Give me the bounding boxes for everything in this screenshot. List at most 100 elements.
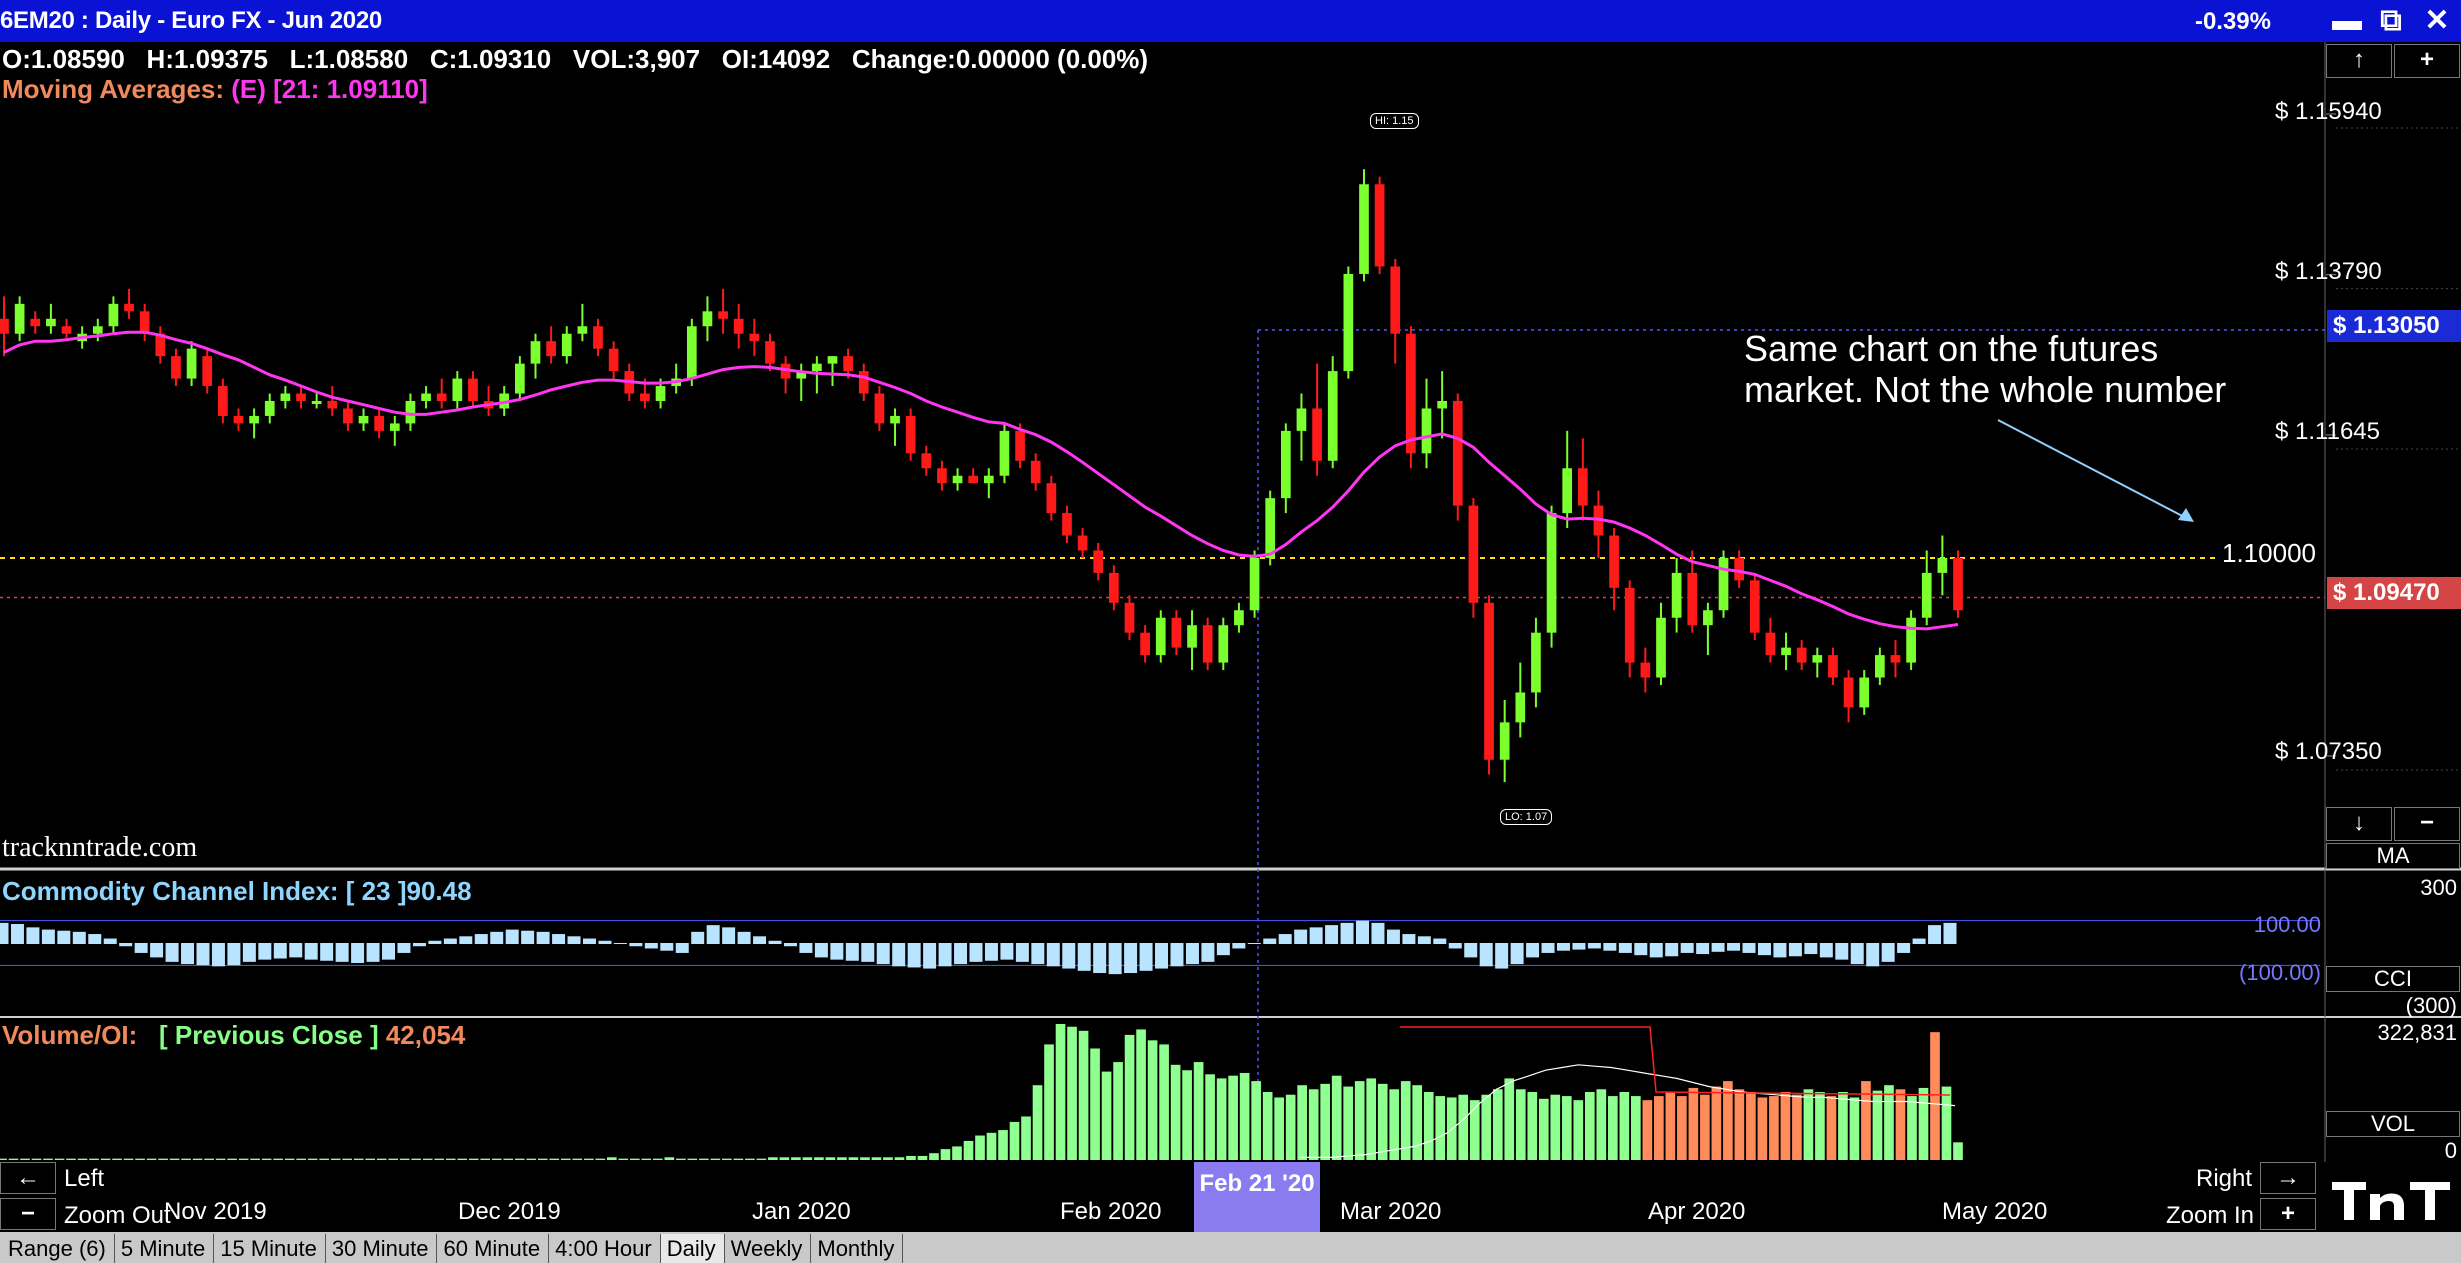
volume-bar	[929, 1153, 939, 1160]
volume-bar	[1021, 1116, 1031, 1160]
tab-30-minute[interactable]: 30 Minute	[326, 1234, 438, 1263]
volume-bar	[791, 1157, 801, 1160]
tab-daily[interactable]: Daily	[660, 1234, 725, 1263]
cci-bar	[1526, 943, 1540, 958]
cci-bar	[459, 936, 473, 944]
cci-bar	[1479, 943, 1493, 967]
volume-bar	[975, 1135, 985, 1160]
cci-bar	[1000, 943, 1014, 960]
restore-icon[interactable]: ⧉	[2373, 4, 2409, 38]
cci-bar	[845, 943, 859, 961]
compress-scale-button[interactable]: −	[2394, 807, 2460, 841]
tab-15-minute[interactable]: 15 Minute	[214, 1234, 326, 1263]
candle-up	[1280, 430, 1291, 499]
cci-bar	[211, 943, 225, 967]
cci-bar	[1757, 943, 1771, 956]
ma-button[interactable]: MA	[2326, 843, 2460, 869]
volume-label-text: Volume/OI:	[2, 1020, 138, 1050]
candle-up	[1515, 692, 1526, 723]
candle-down	[1765, 632, 1776, 656]
volume-bar	[1377, 1083, 1388, 1160]
volume-bar	[1607, 1096, 1618, 1160]
tab-60-minute[interactable]: 60 Minute	[437, 1234, 550, 1263]
volume-bar	[1838, 1092, 1848, 1160]
close-icon[interactable]: ✕	[2419, 4, 2455, 38]
volume-bar	[353, 1158, 364, 1160]
zoom-in-label[interactable]: Zoom In	[2166, 1202, 2254, 1230]
tab-4-hour[interactable]: 4:00 Hour	[549, 1234, 661, 1263]
candle-up	[389, 423, 400, 431]
volume-bar	[1193, 1062, 1204, 1160]
candle-down	[1843, 677, 1854, 708]
candle-up	[1187, 625, 1197, 648]
moving-average-line	[3, 330, 1959, 631]
cci-bar	[1247, 943, 1261, 944]
volume-bar	[1044, 1044, 1054, 1160]
volume-bar	[123, 1158, 134, 1160]
candle-up	[1343, 273, 1354, 372]
right-label[interactable]: Right	[2196, 1165, 2252, 1193]
volume-bar	[883, 1157, 893, 1160]
cci-bar	[1943, 922, 1957, 944]
cci-bar	[1788, 943, 1802, 957]
volume-bar	[1251, 1081, 1261, 1160]
tab-monthly[interactable]: Monthly	[811, 1234, 904, 1263]
cci-bar	[320, 943, 334, 961]
candle-up	[515, 363, 525, 394]
candle-down	[1077, 535, 1088, 551]
cci-bar	[1711, 943, 1725, 952]
volume-bar	[1538, 1098, 1549, 1160]
tab-range[interactable]: Range (6)	[2, 1234, 115, 1263]
scroll-left-button[interactable]: ←	[0, 1162, 56, 1194]
candle-down	[296, 393, 306, 401]
cci-bar	[474, 934, 488, 944]
zoom-out-label[interactable]: Zoom Out	[64, 1202, 171, 1230]
scroll-up-button[interactable]: ↑	[2326, 44, 2392, 78]
month-label: Mar 2020	[1340, 1198, 1442, 1225]
volume-bar	[606, 1157, 617, 1160]
candle-up	[1421, 408, 1432, 454]
cci-bar	[26, 927, 40, 944]
volume-bar	[837, 1157, 847, 1160]
volume-bar	[1815, 1092, 1825, 1160]
volume-bar	[1009, 1121, 1020, 1160]
candle-down	[202, 356, 213, 387]
chart-canvas[interactable]	[0, 42, 2461, 1162]
cci-bar	[428, 940, 442, 944]
zoom-out-button[interactable]: −	[0, 1198, 56, 1230]
timeframe-tab-bar: Range (6) 5 Minute 15 Minute 30 Minute 6…	[0, 1232, 2461, 1263]
volume-bar	[376, 1158, 387, 1160]
cci-bar	[691, 931, 705, 944]
tab-5-minute[interactable]: 5 Minute	[115, 1234, 215, 1263]
volume-bar	[1573, 1100, 1584, 1160]
cci-bar	[629, 943, 643, 947]
candle-up	[655, 386, 666, 401]
zoom-in-button[interactable]: +	[2260, 1198, 2316, 1230]
candle-down	[593, 326, 603, 349]
cci-indicator-button[interactable]: CCI	[2326, 966, 2460, 992]
expand-scale-button[interactable]: +	[2394, 44, 2460, 78]
current-price-marker: $ 1.13050	[2327, 310, 2461, 342]
volume-bar	[514, 1158, 525, 1160]
volume-bar	[77, 1158, 88, 1160]
candle-down	[1796, 647, 1807, 663]
left-label[interactable]: Left	[64, 1165, 104, 1193]
candle-down	[1828, 655, 1838, 678]
scroll-right-button[interactable]: →	[2260, 1162, 2316, 1194]
candle-down	[1171, 617, 1182, 648]
candle-up	[999, 430, 1010, 476]
candle-down	[0, 318, 9, 334]
cci-bar	[1464, 943, 1478, 958]
candle-down	[1140, 632, 1150, 656]
scroll-down-button[interactable]: ↓	[2326, 807, 2392, 841]
volume-bar	[1826, 1096, 1837, 1160]
cci-bar	[1263, 938, 1277, 944]
tab-weekly[interactable]: Weekly	[725, 1234, 812, 1263]
candle-down	[718, 311, 728, 319]
volume-bar	[952, 1146, 962, 1160]
volume-bar	[699, 1158, 709, 1160]
volume-indicator-button[interactable]: VOL	[2326, 1111, 2460, 1137]
cci-bar	[150, 943, 164, 958]
minimize-icon[interactable]: ▬	[2329, 4, 2365, 38]
candle-up	[311, 400, 322, 404]
